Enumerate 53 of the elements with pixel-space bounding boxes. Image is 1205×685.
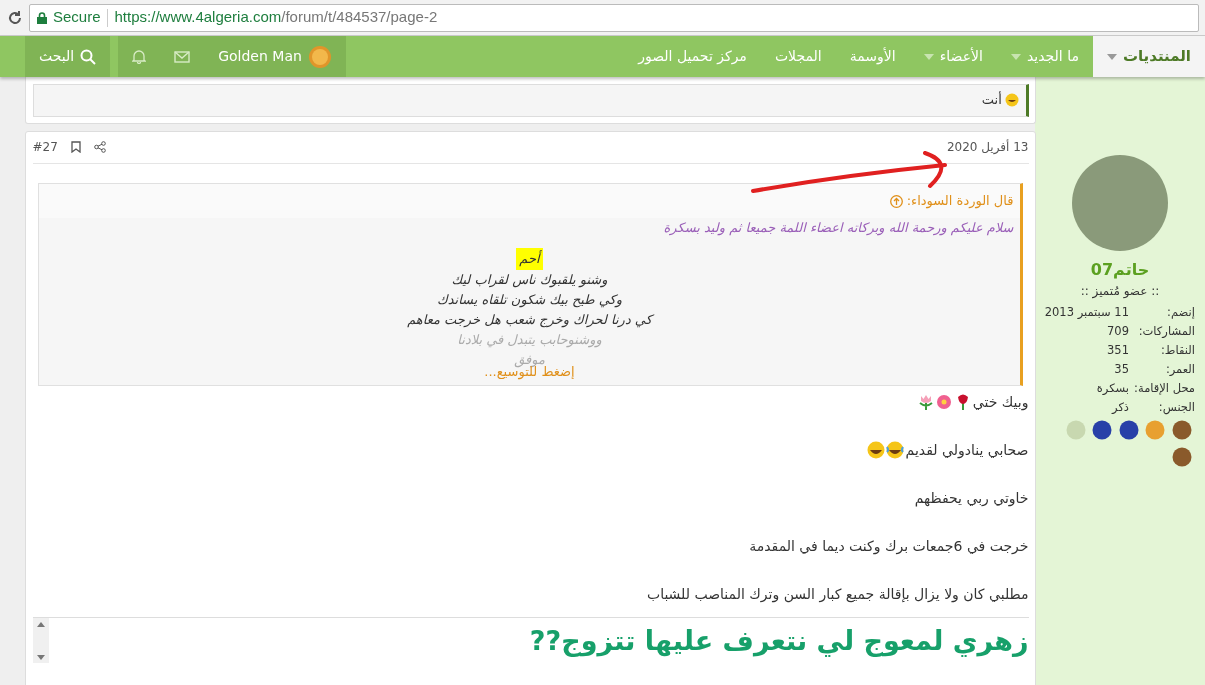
quote-line: موفق [514,351,545,368]
reload-icon[interactable] [6,9,23,26]
share-icon[interactable] [93,141,106,153]
search-icon [80,48,97,65]
stat-label: المشاركات: [1137,322,1195,340]
thread-title: زهري لمعوج لي نتعرف عليها تتزوج?? [529,624,1029,657]
stat-value: ذكر [1112,398,1129,416]
post-paragraph: صحابي ينادولي لقديم [905,441,1029,461]
quote-line: ووشنوحابب يتبدل في بلادنا [457,331,602,350]
stat-value: بسكرة [1096,379,1129,397]
stat-value: 11 سبتمبر 2013 [1044,303,1129,321]
post-paragraph: خرجت في 6جمعات برك وكنت ديما في المقدمة [749,537,1029,557]
stat-label: الجنس: [1157,398,1195,417]
user-title: :: عضو مُتميز :: [1080,282,1160,300]
nav-tab[interactable]: المنتديات [1092,36,1205,77]
stat-value: 709 [1107,322,1129,340]
quote-line: وشنو يلقبوك ناس لقراب ليك [451,271,608,290]
nav-tab[interactable]: المجلات [760,36,836,77]
coin-icon [307,44,332,69]
arrow-up-circle-icon[interactable] [890,194,904,208]
quote-text: أنت [981,90,1002,110]
laughing-emoji-icon [865,441,906,460]
post-paragraph: وبيك ختي [972,393,1029,413]
stat-value: 35 [1114,360,1129,378]
stat-value: 351 [1107,341,1129,359]
scrollbar[interactable] [32,618,49,664]
username[interactable]: حاتم07 [1090,257,1150,282]
scroll-down-icon[interactable] [36,655,45,660]
laughing-emoji-icon [1005,93,1019,107]
stat-label: النقاط: [1160,341,1195,359]
post-date[interactable]: 13 أفريل 2020 [946,138,1029,156]
stat-label: محل الإقامة: [1133,379,1195,397]
scroll-up-icon[interactable] [36,621,45,627]
post-number[interactable]: #27 [32,138,58,156]
nav-tab[interactable]: الأوسمة [835,36,910,77]
url-text: https://www.4algeria.com/forum/t/484537/page-2 [114,7,438,28]
secure-label: Secure [53,7,101,28]
search-button[interactable]: البحث [25,36,111,77]
quote-line: سلام عليكم ورحمة الله وبركاته اعضاء اللمة جميعا ثم وليد بسكرة [663,219,1014,238]
quote-line: وكي طيح بيك شكون تلقاه يساندك [436,291,623,310]
post-paragraph: مطلبي كان ولا يزال بإقالة جميع كبار السن وترك المناصب للشباب [646,585,1029,605]
nav-tab[interactable]: الأعضاء [909,36,997,77]
post-paragraph: خاوتي ربي يحفظهم [914,489,1029,509]
nav-tab[interactable]: ما الجديد [996,36,1093,77]
envelope-icon [174,50,191,63]
nav-tab[interactable]: مركز تحميل الصور [624,36,761,77]
address-bar[interactable]: Secure https://www.4algeria.com/forum/t/484537/page-2 [29,3,1199,32]
bookmark-icon[interactable] [70,141,81,153]
lock-icon [36,11,47,24]
stat-label: العمر: [1164,360,1195,378]
quote-author[interactable]: قال الوردة السوداء: [906,191,1014,211]
bell-icon [132,49,147,64]
stat-label: إنضم: [1166,303,1195,321]
